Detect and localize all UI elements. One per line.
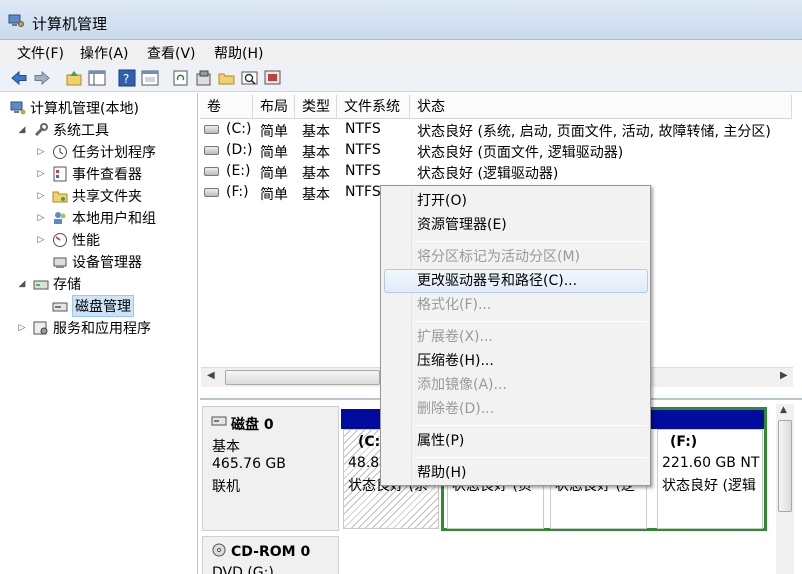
partition-f[interactable]: (F:) 221.60 GB NT 状态良好 (逻辑 bbox=[657, 429, 763, 529]
toolbar: ? bbox=[0, 64, 802, 92]
drive-icon bbox=[204, 188, 219, 197]
tree-item-root[interactable]: 计算机管理(本地) bbox=[10, 97, 139, 119]
drive-icon bbox=[204, 146, 219, 155]
tree-item-performance[interactable]: ▷ 性能 bbox=[36, 229, 100, 251]
disk-0-info[interactable]: 磁盘 0 基本 465.76 GB 联机 bbox=[202, 406, 339, 531]
menu-separator bbox=[415, 241, 647, 242]
svg-text:?: ? bbox=[123, 72, 129, 86]
menu-item-delete[interactable]: 删除卷(D)... bbox=[417, 398, 494, 420]
cdrom-0-sub: DVD (G:) bbox=[212, 565, 274, 574]
table-row[interactable]: (E:) 简单 基本 NTFS 状态良好 (逻辑驱动器) bbox=[200, 162, 792, 183]
expand-arrow-icon[interactable]: ▷ bbox=[36, 147, 46, 157]
console-icon[interactable] bbox=[264, 69, 282, 87]
menu-item-extend[interactable]: 扩展卷(X)... bbox=[417, 326, 493, 348]
disk-0-kind: 基本 bbox=[212, 439, 240, 455]
scrollbar-thumb[interactable] bbox=[225, 370, 380, 385]
event-log-icon bbox=[53, 166, 67, 182]
column-filesystem[interactable]: 文件系统 bbox=[337, 95, 410, 119]
menu-item-add-mirror[interactable]: 添加镜像(A)... bbox=[417, 374, 507, 396]
services-icon bbox=[33, 321, 48, 335]
scroll-right-icon[interactable]: ▶ bbox=[780, 370, 788, 381]
menu-separator bbox=[415, 457, 647, 458]
computer-management-icon bbox=[8, 14, 24, 27]
menu-item-open[interactable]: 打开(O) bbox=[417, 190, 467, 212]
expand-arrow-icon[interactable]: ▷ bbox=[36, 191, 46, 201]
cdrom-icon bbox=[212, 543, 226, 557]
device-manager-icon bbox=[53, 257, 67, 268]
collapse-arrow-icon[interactable]: ◢ bbox=[17, 279, 27, 289]
scrollbar-thumb[interactable] bbox=[778, 420, 792, 512]
menu-item-format[interactable]: 格式化(F)... bbox=[417, 294, 491, 316]
menu-item-mark-active[interactable]: 将分区标记为活动分区(M) bbox=[417, 246, 580, 268]
disk-0-state: 联机 bbox=[212, 479, 240, 495]
tree-item-services[interactable]: ▷ 服务和应用程序 bbox=[17, 317, 151, 339]
column-type[interactable]: 类型 bbox=[295, 95, 337, 119]
users-icon bbox=[54, 212, 66, 224]
up-icon[interactable] bbox=[65, 69, 83, 87]
window-title: 计算机管理 bbox=[32, 15, 108, 33]
menu-action[interactable]: 操作(A) bbox=[80, 43, 129, 63]
menu-file[interactable]: 文件(F) bbox=[17, 43, 64, 63]
show-hide-tree-icon[interactable] bbox=[88, 69, 106, 87]
menu-item-change-drive-letter[interactable]: 更改驱动器号和路径(C)... bbox=[417, 270, 577, 292]
cdrom-0-info[interactable]: CD-ROM 0 DVD (G:) bbox=[202, 536, 339, 574]
menu-item-help[interactable]: 帮助(H) bbox=[417, 462, 466, 484]
performance-icon bbox=[53, 233, 67, 247]
properties-icon[interactable] bbox=[141, 69, 159, 87]
column-header: 卷 布局 类型 文件系统 状态 bbox=[200, 95, 792, 119]
navigation-tree: 计算机管理(本地) ◢ 系统工具 ▷ 任务计划程序 ▷ 事件查看器 ▷ 共享文件… bbox=[0, 93, 198, 574]
table-row[interactable]: (C:) 简单 基本 NTFS 状态良好 (系统, 启动, 页面文件, 活动, … bbox=[200, 120, 792, 141]
tree-item-device-manager[interactable]: 设备管理器 bbox=[52, 251, 142, 273]
expand-arrow-icon[interactable]: ▷ bbox=[36, 235, 46, 245]
shared-folder-icon bbox=[52, 191, 68, 203]
expand-arrow-icon[interactable]: ▷ bbox=[17, 323, 27, 333]
menu-bar: 文件(F) 操作(A) 查看(V) 帮助(H) bbox=[0, 40, 802, 64]
forward-icon[interactable] bbox=[33, 69, 51, 87]
menu-item-properties[interactable]: 属性(P) bbox=[417, 430, 464, 452]
disk-0-name: 磁盘 0 bbox=[231, 417, 274, 433]
clock-icon bbox=[53, 145, 67, 159]
expand-arrow-icon[interactable]: ▷ bbox=[36, 213, 46, 223]
disk-0-size: 465.76 GB bbox=[212, 456, 286, 472]
menu-item-shrink[interactable]: 压缩卷(H)... bbox=[417, 350, 494, 372]
menu-gutter bbox=[411, 188, 412, 484]
tree-item-task-scheduler[interactable]: ▷ 任务计划程序 bbox=[36, 141, 156, 163]
refresh-icon[interactable] bbox=[172, 69, 190, 87]
vertical-scrollbar[interactable]: ▲ bbox=[776, 404, 794, 574]
tree-item-local-users[interactable]: ▷ 本地用户和组 bbox=[36, 207, 156, 229]
menu-help[interactable]: 帮助(H) bbox=[214, 43, 263, 63]
context-menu: 打开(O) 资源管理器(E) 将分区标记为活动分区(M) 更改驱动器号和路径(C… bbox=[380, 185, 651, 486]
column-status[interactable]: 状态 bbox=[410, 95, 792, 119]
cdrom-0-name: CD-ROM 0 bbox=[231, 544, 311, 560]
tree-item-event-viewer[interactable]: ▷ 事件查看器 bbox=[36, 163, 142, 185]
collapse-arrow-icon[interactable]: ◢ bbox=[17, 125, 27, 135]
open-folder-icon[interactable] bbox=[218, 69, 236, 87]
table-row[interactable]: (D:) 简单 基本 NTFS 状态良好 (页面文件, 逻辑驱动器) bbox=[200, 141, 792, 162]
back-icon[interactable] bbox=[10, 69, 28, 87]
title-bar: 计算机管理 bbox=[0, 0, 802, 40]
menu-separator bbox=[415, 425, 647, 426]
scroll-left-icon[interactable]: ◀ bbox=[207, 370, 215, 381]
tree-item-shared-folders[interactable]: ▷ 共享文件夹 bbox=[36, 185, 142, 207]
settings-icon[interactable] bbox=[195, 69, 213, 87]
tree-item-disk-management[interactable]: 磁盘管理 bbox=[52, 295, 134, 317]
drive-icon bbox=[204, 167, 219, 176]
menu-separator bbox=[415, 321, 647, 322]
computer-management-icon bbox=[10, 101, 26, 115]
disk-icon bbox=[211, 416, 227, 426]
scroll-up-icon[interactable]: ▲ bbox=[780, 405, 787, 415]
column-layout[interactable]: 布局 bbox=[253, 95, 295, 119]
find-icon[interactable] bbox=[241, 69, 259, 87]
menu-item-explorer[interactable]: 资源管理器(E) bbox=[417, 214, 507, 236]
column-volume[interactable]: 卷 bbox=[200, 95, 253, 119]
expand-arrow-icon[interactable]: ▷ bbox=[36, 169, 46, 179]
drive-icon bbox=[204, 125, 219, 134]
tree-item-storage[interactable]: ◢ 存储 bbox=[17, 273, 81, 295]
storage-icon bbox=[33, 280, 49, 290]
disk-management-icon bbox=[52, 302, 68, 312]
tree-item-system-tools[interactable]: ◢ 系统工具 bbox=[17, 119, 109, 141]
help-icon[interactable]: ? bbox=[118, 69, 136, 87]
menu-view[interactable]: 查看(V) bbox=[147, 43, 196, 63]
tools-icon bbox=[34, 123, 48, 137]
